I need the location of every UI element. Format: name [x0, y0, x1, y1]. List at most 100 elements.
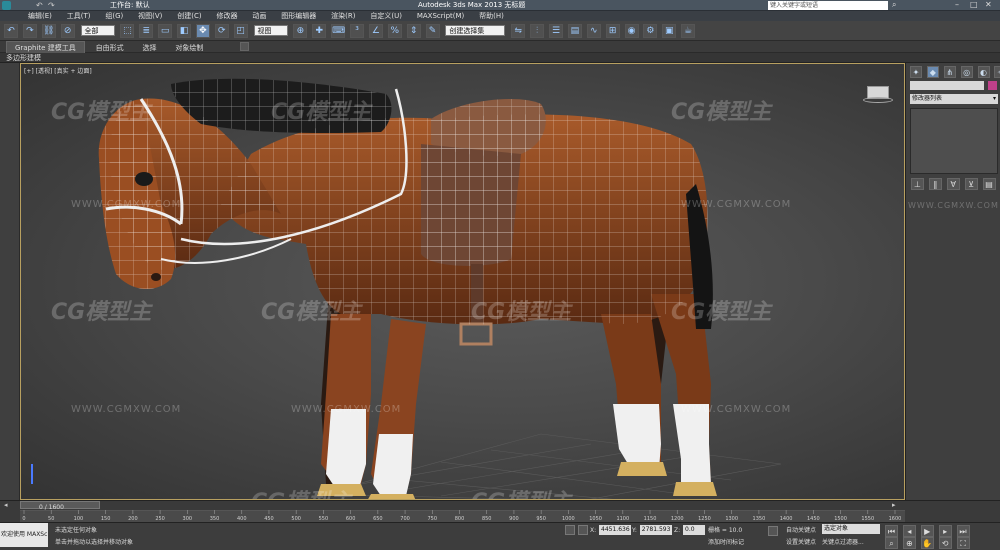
viewcube-icon[interactable]	[863, 82, 893, 103]
menu-maxscript[interactable]: MAXScript(M)	[411, 11, 470, 21]
zoom-icon[interactable]: ⌕	[885, 537, 898, 549]
modifier-stack[interactable]	[910, 108, 998, 174]
modify-tab-icon[interactable]: ◆	[926, 66, 939, 78]
mirror-icon[interactable]: ⇋	[511, 24, 526, 38]
minimize-button[interactable]: –	[955, 0, 959, 9]
menu-animation[interactable]: 动画	[246, 11, 272, 21]
time-slider-next-icon[interactable]: ▸	[892, 501, 896, 509]
auto-key-button[interactable]: 自动关键点	[786, 525, 816, 534]
display-tab-icon[interactable]: ◐	[977, 66, 990, 78]
angle-snap-icon[interactable]: ∠	[368, 24, 383, 38]
menu-group[interactable]: 组(G)	[99, 11, 129, 21]
select-by-name-icon[interactable]: ≣	[139, 24, 154, 38]
menu-graph-editors[interactable]: 图形编辑器	[275, 11, 322, 21]
ribbon-minimize-icon[interactable]	[240, 42, 249, 51]
pin-stack-icon[interactable]: ⊥	[911, 178, 924, 190]
perspective-viewport[interactable]: [+] [透视] [真实 + 边面] CG模型主 CG模型主 CG模型主 CG模…	[20, 63, 905, 500]
material-editor-icon[interactable]: ◉	[624, 24, 639, 38]
reference-coordinate-dropdown[interactable]: 视图	[253, 25, 288, 36]
set-key-button[interactable]: 设置关键点	[786, 537, 816, 546]
named-selection-dropdown[interactable]: 创建选择集	[445, 25, 506, 36]
pivot-icon[interactable]: ⊕	[293, 24, 308, 38]
search-input[interactable]: 键入关键字或短语	[768, 1, 888, 10]
window-crossing-icon[interactable]: ◧	[177, 24, 191, 38]
close-button[interactable]: ✕	[985, 0, 992, 9]
redo-icon[interactable]: ↷	[22, 24, 37, 38]
quick-access-redo-icon[interactable]: ↷	[48, 1, 55, 10]
menu-bar: 编辑(E) 工具(T) 组(G) 视图(V) 创建(C) 修改器 动画 图形编辑…	[0, 11, 1000, 21]
maximize-button[interactable]: □	[970, 0, 978, 9]
menu-create[interactable]: 创建(C)	[171, 11, 207, 21]
select-manipulate-icon[interactable]: ✚	[312, 24, 327, 38]
configure-sets-icon[interactable]: ▤	[982, 178, 996, 190]
hierarchy-tab-icon[interactable]: ⋔	[943, 66, 956, 78]
snap-icon[interactable]: ³	[350, 24, 364, 38]
object-color-swatch[interactable]	[988, 81, 997, 90]
horse-model[interactable]	[21, 64, 905, 500]
main-toolbar: ↶ ↷ ⛓ ⊘ 全部 ⬚ ≣ ▭ ◧ ✥ ⟳ ◰ 视图 ⊕ ✚ ⌨ ³ ∠ % …	[0, 21, 1000, 41]
make-unique-icon[interactable]: ∀	[946, 178, 960, 190]
move-icon[interactable]: ✥	[195, 24, 210, 38]
edit-named-sel-icon[interactable]: ✎	[425, 24, 440, 38]
x-field[interactable]: 4451.636	[599, 525, 632, 535]
rendered-frame-icon[interactable]: ▣	[662, 24, 677, 38]
curve-editor-icon[interactable]: ∿	[586, 24, 601, 38]
maximize-viewport-icon[interactable]: ⛶	[956, 537, 970, 549]
window-title: Autodesk 3ds Max 2013 无标题	[418, 1, 526, 9]
menu-views[interactable]: 视图(V)	[132, 11, 168, 21]
render-icon[interactable]: ☕	[681, 24, 696, 38]
motion-tab-icon[interactable]: ◎	[960, 66, 973, 78]
key-mode-icon[interactable]	[768, 526, 778, 536]
zoom-all-icon[interactable]: ⊕	[902, 537, 916, 549]
unlink-icon[interactable]: ⊘	[60, 24, 75, 38]
watermark-url: WWW.CGMXW.COM	[681, 404, 792, 415]
link-icon[interactable]: ⛓	[41, 24, 56, 38]
utilities-tab-icon[interactable]: ✧	[994, 66, 1000, 78]
menu-help[interactable]: 帮助(H)	[473, 11, 510, 21]
region-select-icon[interactable]: ▭	[158, 24, 173, 38]
menu-modifiers[interactable]: 修改器	[211, 11, 244, 21]
spinner-snap-icon[interactable]: ⇕	[406, 24, 421, 38]
menu-edit[interactable]: 编辑(E)	[22, 11, 58, 21]
menu-rendering[interactable]: 渲染(R)	[325, 11, 361, 21]
schematic-icon[interactable]: ⊞	[605, 24, 620, 38]
percent-snap-icon[interactable]: %	[387, 24, 402, 38]
align-icon[interactable]: ⫶	[530, 24, 545, 38]
modifier-list-dropdown[interactable]: 修改器列表 ▾	[910, 94, 998, 104]
menu-customize[interactable]: 自定义(U)	[364, 11, 408, 21]
object-name-field[interactable]	[910, 81, 984, 90]
coordinate-z: Z: 0.0	[674, 525, 706, 535]
time-slider[interactable]: 0 / 1600	[20, 501, 100, 511]
keyboard-shortcut-icon[interactable]: ⌨	[331, 24, 346, 38]
menu-tools[interactable]: 工具(T)	[61, 11, 97, 21]
pan-icon[interactable]: ✋	[920, 537, 934, 549]
z-field[interactable]: 0.0	[683, 525, 706, 535]
workspace-dropdown[interactable]: 工作台: 默认	[110, 0, 150, 11]
selection-filter-dropdown[interactable]: 全部	[80, 25, 115, 36]
absolute-mode-icon[interactable]	[578, 525, 588, 535]
quick-access-undo-icon[interactable]: ↶	[36, 1, 43, 10]
key-filters-button[interactable]: 关键点过滤器...	[822, 537, 864, 546]
layer-icon[interactable]: ☰	[549, 24, 563, 38]
app-logo-icon[interactable]	[2, 1, 11, 10]
y-field[interactable]: 2781.593	[639, 525, 672, 535]
select-icon[interactable]: ⬚	[120, 24, 135, 38]
rotate-icon[interactable]: ⟳	[214, 24, 229, 38]
maxscript-listener[interactable]: 欢迎使用 MAXSc	[0, 523, 48, 547]
orbit-icon[interactable]: ⟲	[938, 537, 952, 549]
search-icon[interactable]: ⌕	[892, 0, 896, 10]
render-setup-icon[interactable]: ⚙	[643, 24, 658, 38]
undo-icon[interactable]: ↶	[4, 24, 18, 38]
show-end-result-icon[interactable]: ‖	[928, 178, 942, 190]
ribbon-icon[interactable]: ▤	[567, 24, 582, 38]
polygon-modeling-label[interactable]: 多边形建模	[0, 54, 41, 62]
add-time-tag-button[interactable]: 添加时间标记	[708, 537, 744, 546]
time-slider-prev-icon[interactable]: ◂	[4, 501, 8, 509]
watermark: CG模型主	[471, 300, 572, 325]
scale-icon[interactable]: ◰	[233, 24, 248, 38]
modifier-stack-toolbar: ⊥ ‖ ∀ ⊻ ▤	[910, 177, 997, 191]
remove-modifier-icon[interactable]: ⊻	[964, 178, 978, 190]
selected-dropdown[interactable]: 选定对象	[822, 524, 880, 534]
create-tab-icon[interactable]: ✦	[910, 66, 922, 78]
lock-selection-icon[interactable]	[565, 525, 575, 535]
